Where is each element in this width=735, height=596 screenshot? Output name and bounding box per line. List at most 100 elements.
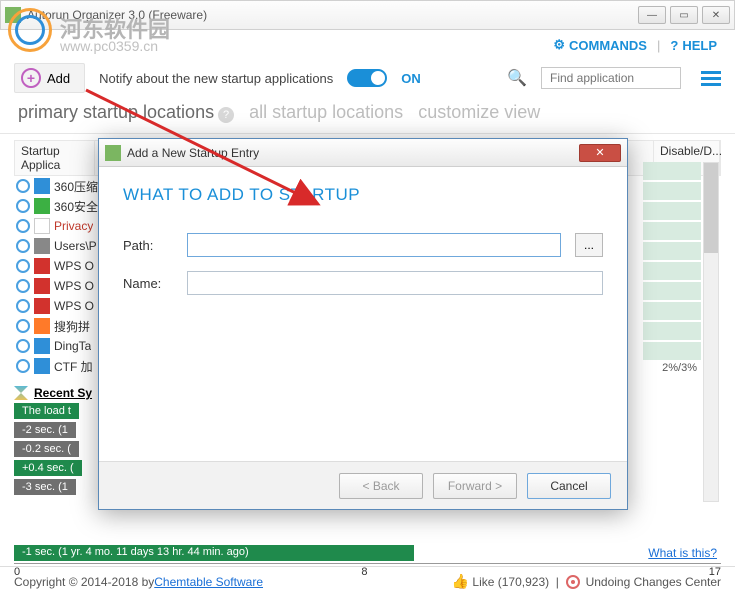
clock-icon xyxy=(16,219,30,233)
app-icon xyxy=(34,298,50,314)
footer: Copyright © 2014-2018 by Chemtable Softw… xyxy=(0,566,735,596)
app-icon xyxy=(34,278,50,294)
app-name: DingTa xyxy=(54,339,91,353)
disable-bar[interactable] xyxy=(643,262,701,280)
clock-icon xyxy=(16,259,30,273)
like-icon: 👍 xyxy=(452,573,469,590)
help-label: HELP xyxy=(682,38,717,53)
recent-chip[interactable]: -2 sec. (1 xyxy=(14,422,76,438)
hourglass-icon xyxy=(14,386,28,400)
command-strip: ⚙COMMANDS | ?HELP xyxy=(0,30,735,60)
undo-icon xyxy=(566,575,580,589)
recent-chip[interactable]: +0.4 sec. ( xyxy=(14,460,82,476)
col-app[interactable]: Startup Applica xyxy=(15,141,95,175)
copyright-text: Copyright © 2014-2018 by xyxy=(14,575,154,589)
dialog-icon xyxy=(105,145,121,161)
dialog-title: Add a New Startup Entry xyxy=(127,146,579,160)
search-icon: 🔍 xyxy=(507,68,527,88)
clock-icon xyxy=(16,179,30,193)
disable-bar[interactable] xyxy=(643,282,701,300)
app-name: WPS O xyxy=(54,259,94,273)
disable-bar[interactable] xyxy=(643,342,701,360)
browse-button[interactable]: ... xyxy=(575,233,603,257)
app-icon xyxy=(34,198,50,214)
dialog-body: WHAT TO ADD TO STARTUP Path: ... Name: xyxy=(99,167,627,327)
disable-bar[interactable] xyxy=(643,182,701,200)
back-button[interactable]: < Back xyxy=(339,473,423,499)
app-name: Privacy xyxy=(54,219,93,233)
clock-icon xyxy=(16,359,30,373)
clock-icon xyxy=(16,339,30,353)
close-button[interactable]: ✕ xyxy=(702,6,730,24)
add-entry-dialog: Add a New Startup Entry ✕ WHAT TO ADD TO… xyxy=(98,138,628,510)
tab-help-icon[interactable]: ? xyxy=(218,107,234,123)
undoing-label: Undoing Changes Center xyxy=(586,575,721,589)
search-input[interactable] xyxy=(541,67,681,89)
commands-link[interactable]: ⚙ COMMANDS xyxy=(553,37,647,53)
tab-customize[interactable]: customize view xyxy=(418,102,540,122)
company-link[interactable]: Chemtable Software xyxy=(154,575,263,589)
dialog-close-button[interactable]: ✕ xyxy=(579,144,621,162)
hamburger-icon[interactable] xyxy=(701,71,721,86)
app-name: 搜狗拼 xyxy=(54,318,90,335)
help-icon: ? xyxy=(670,38,678,53)
disable-bar[interactable] xyxy=(643,242,701,260)
commands-label: COMMANDS xyxy=(569,38,647,53)
clock-icon xyxy=(16,319,30,333)
scrollbar-thumb[interactable] xyxy=(704,163,718,253)
app-name: 360安全 xyxy=(54,198,98,215)
path-label: Path: xyxy=(123,238,173,253)
app-name: Users\P xyxy=(54,239,97,253)
maximize-button[interactable]: ▭ xyxy=(670,6,698,24)
forward-button[interactable]: Forward > xyxy=(433,473,517,499)
scrollbar[interactable] xyxy=(703,162,719,502)
disable-bar[interactable] xyxy=(643,202,701,220)
app-name: WPS O xyxy=(54,279,94,293)
undoing-link[interactable]: Undoing Changes Center xyxy=(566,575,721,589)
toolbar: + Add Notify about the new startup appli… xyxy=(0,60,735,96)
notify-toggle[interactable] xyxy=(347,69,387,87)
app-name: 360压缩 xyxy=(54,178,98,195)
path-input[interactable] xyxy=(187,233,561,257)
notify-label: Notify about the new startup application… xyxy=(99,71,333,86)
app-icon xyxy=(34,178,50,194)
app-icon xyxy=(34,238,50,254)
app-icon xyxy=(34,358,50,374)
help-link[interactable]: ? HELP xyxy=(670,38,717,53)
minimize-button[interactable]: — xyxy=(638,6,666,24)
tab-all[interactable]: all startup locations xyxy=(249,102,403,122)
name-label: Name: xyxy=(123,276,173,291)
toggle-on-label: ON xyxy=(401,71,421,86)
disable-column: 2%/3% xyxy=(643,162,701,374)
window-titlebar: Autorun Organizer 3.0 (Freeware) — ▭ ✕ xyxy=(0,0,735,30)
app-icon xyxy=(34,258,50,274)
app-icon xyxy=(34,338,50,354)
disable-bar[interactable] xyxy=(643,162,701,180)
window-title: Autorun Organizer 3.0 (Freeware) xyxy=(27,8,638,22)
recent-chip[interactable]: The load t xyxy=(14,403,79,419)
dialog-heading: WHAT TO ADD TO STARTUP xyxy=(123,185,603,205)
dialog-titlebar[interactable]: Add a New Startup Entry ✕ xyxy=(99,139,627,167)
app-icon xyxy=(34,218,50,234)
cancel-button[interactable]: Cancel xyxy=(527,473,611,499)
disable-bar[interactable] xyxy=(643,302,701,320)
disable-bar[interactable] xyxy=(643,322,701,340)
gear-icon: ⚙ xyxy=(553,37,565,53)
name-input[interactable] xyxy=(187,271,603,295)
app-name: WPS O xyxy=(54,299,94,313)
dialog-footer: < Back Forward > Cancel xyxy=(99,461,627,509)
recent-chip[interactable]: -3 sec. (1 xyxy=(14,479,76,495)
like-count[interactable]: Like (170,923) xyxy=(472,575,549,589)
recent-heading-label: Recent Sy xyxy=(34,386,92,400)
what-is-this-link[interactable]: What is this? xyxy=(648,546,717,560)
app-name: CTF 加 xyxy=(54,358,93,375)
recent-chip[interactable]: -0.2 sec. ( xyxy=(14,441,79,457)
add-label: Add xyxy=(47,71,70,86)
disable-bar[interactable] xyxy=(643,222,701,240)
tab-primary[interactable]: primary startup locations xyxy=(18,102,214,122)
percent-label: 2%/3% xyxy=(643,362,701,374)
clock-icon xyxy=(16,279,30,293)
view-tabs: primary startup locations? all startup l… xyxy=(0,96,735,133)
add-button[interactable]: + Add xyxy=(14,63,85,93)
timeline-bar[interactable]: -1 sec. (1 yr. 4 mo. 11 days 13 hr. 44 m… xyxy=(14,545,414,561)
